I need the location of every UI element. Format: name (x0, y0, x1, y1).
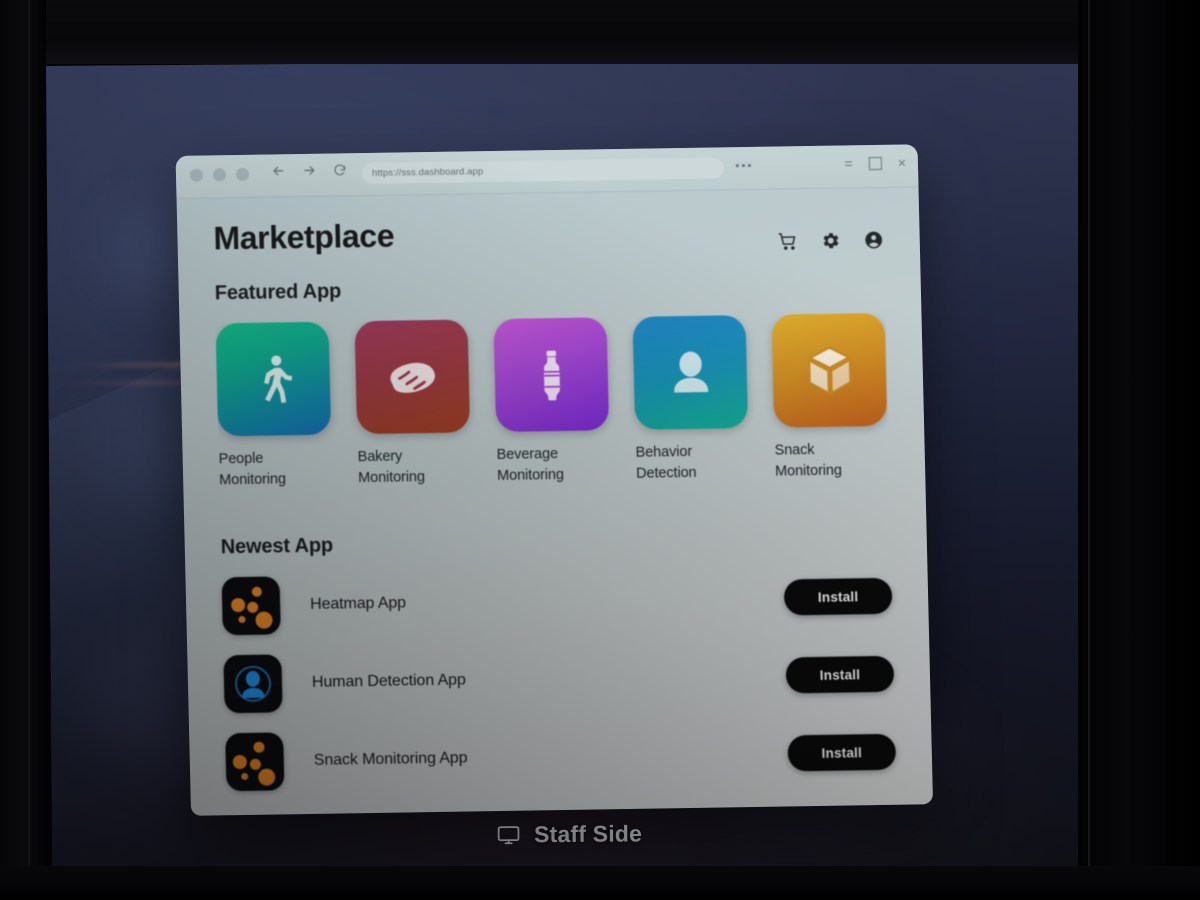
list-item[interactable]: Heatmap App Install (221, 565, 893, 638)
minimize-button[interactable]: = (844, 155, 853, 171)
featured-app-label-line1: Behavior (635, 443, 693, 461)
person-bust-icon (632, 315, 749, 430)
list-item[interactable]: Human Detection App Install (223, 643, 895, 716)
url-text: https://sss.dashboard.app (371, 166, 484, 179)
tv-photo: https://sss.dashboard.app = × Marketplac… (0, 0, 1200, 900)
back-arrow-icon[interactable] (271, 163, 286, 178)
featured-app-label-line1: Snack (774, 441, 815, 459)
featured-app-behavior-detection[interactable]: Behavior Detection (632, 315, 749, 484)
bezel-top (0, 0, 1200, 64)
window-traffic-lights[interactable] (189, 167, 250, 182)
browser-window: https://sss.dashboard.app = × Marketplac… (175, 144, 934, 816)
monitor-icon (496, 822, 521, 847)
human-detection-icon (223, 654, 283, 714)
featured-app-label-line2: Monitoring (774, 462, 843, 480)
reload-icon[interactable] (333, 163, 347, 177)
zoom-dot[interactable] (235, 167, 250, 182)
install-button[interactable]: Install (783, 577, 893, 616)
close-dot[interactable] (189, 168, 204, 182)
bezel-right (1078, 0, 1200, 900)
featured-app-label-line2: Monitoring (218, 470, 287, 488)
kebab-menu-icon[interactable] (735, 163, 751, 168)
featured-app-label-line2: Monitoring (496, 466, 565, 484)
row-spacer (466, 676, 786, 681)
row-spacer (406, 598, 784, 604)
newest-section-title: Newest App (220, 534, 334, 559)
featured-app-people-monitoring[interactable]: People Monitoring (215, 321, 332, 491)
cart-icon[interactable] (777, 231, 797, 251)
bezel-seam-left (28, 0, 30, 900)
install-button[interactable]: Install (787, 733, 897, 772)
featured-app-label-line1: Beverage (496, 446, 559, 463)
heatmap-icon (221, 576, 281, 636)
page-title: Marketplace (213, 217, 395, 257)
featured-app-label-line1: Bakery (357, 448, 403, 466)
bottle-icon (493, 317, 610, 432)
row-spacer (467, 754, 787, 759)
bezel-seam-right (1088, 0, 1090, 900)
featured-app-snack-monitoring[interactable]: Snack Monitoring (771, 312, 888, 482)
featured-app-label-line2: Detection (635, 464, 697, 482)
address-bar[interactable]: https://sss.dashboard.app (361, 157, 725, 185)
page-content: Marketplace Featured App People Monitori… (177, 187, 933, 794)
featured-app-label-line2: Monitoring (357, 468, 426, 486)
forward-arrow-icon[interactable] (302, 163, 317, 178)
staff-side-caption: Staff Side (52, 817, 1086, 852)
app-name: Human Detection App (311, 671, 466, 692)
featured-app-beverage-monitoring[interactable]: Beverage Monitoring (493, 317, 610, 486)
close-button[interactable]: × (898, 155, 907, 171)
caption-text: Staff Side (533, 820, 643, 848)
list-item[interactable]: Snack Monitoring App Install (225, 721, 897, 794)
newest-apps-list: Heatmap App Install Human Detection App … (221, 565, 897, 794)
walking-person-icon (215, 321, 332, 437)
featured-app-label-line1: People (218, 450, 264, 468)
maximize-icon[interactable] (868, 156, 882, 170)
app-name: Heatmap App (309, 594, 407, 614)
minimize-dot[interactable] (212, 168, 227, 182)
featured-app-bakery-monitoring[interactable]: Bakery Monitoring (354, 319, 471, 488)
featured-section-title: Featured App (214, 280, 342, 305)
install-button[interactable]: Install (785, 655, 895, 694)
app-name: Snack Monitoring App (313, 749, 468, 770)
featured-apps-row: People Monitoring Bakery Monitoring Beve… (215, 312, 889, 491)
account-icon[interactable] (863, 230, 883, 250)
tv-screen: https://sss.dashboard.app = × Marketplac… (46, 57, 1087, 879)
bread-loaf-icon (354, 319, 471, 435)
box-cube-icon (771, 312, 888, 428)
gear-icon[interactable] (820, 231, 840, 251)
bezel-left (0, 0, 46, 900)
bezel-bottom (0, 866, 1200, 900)
heatmap-icon (225, 732, 285, 792)
